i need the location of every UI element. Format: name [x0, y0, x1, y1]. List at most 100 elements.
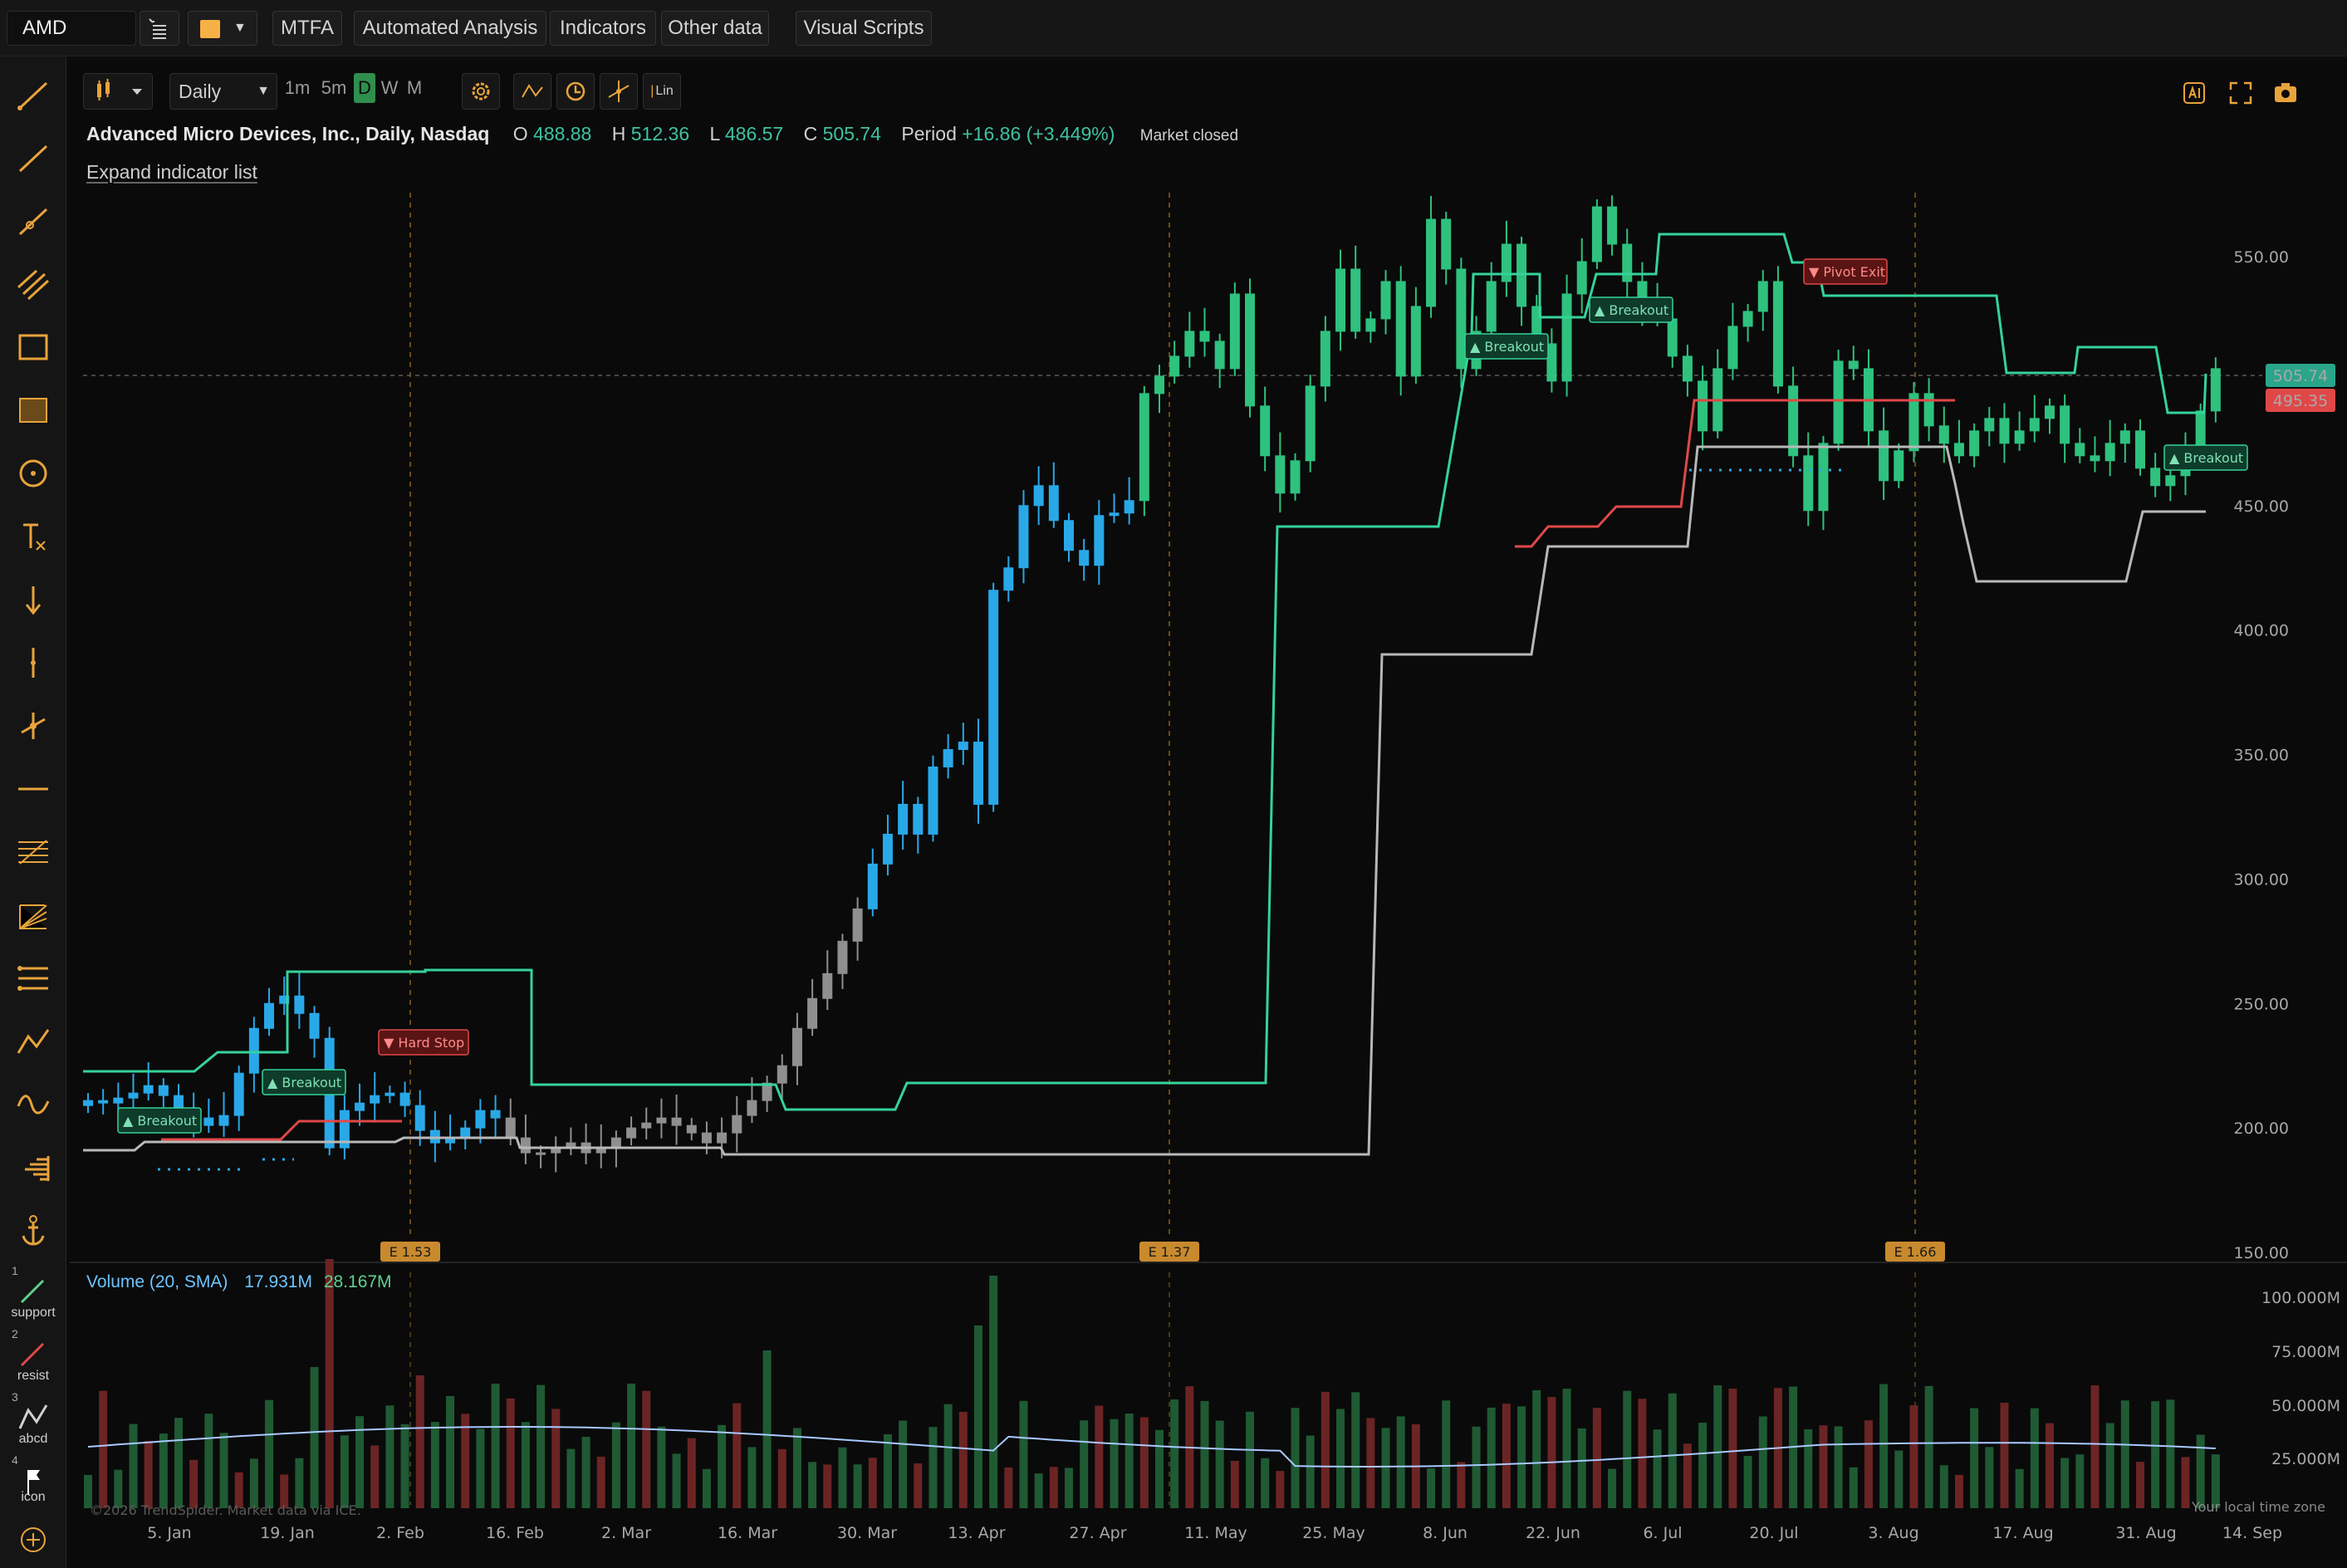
levels-tool[interactable]	[12, 957, 55, 1000]
settings-button[interactable]	[462, 73, 500, 110]
candle-body	[852, 908, 863, 942]
ai-button[interactable]	[2179, 78, 2209, 108]
screenshot-button[interactable]	[2271, 78, 2300, 108]
volume-axis-tick: 75.000M	[2271, 1343, 2340, 1361]
icon-tool[interactable]	[12, 1460, 55, 1495]
indicator-button[interactable]	[513, 73, 551, 110]
candle-body	[1380, 281, 1391, 320]
chart-panel[interactable]: 150.00 200.00 250.00 300.00 350.00 400.00 450.…	[70, 60, 2347, 1568]
trendline-tool[interactable]	[12, 73, 55, 116]
volume-bar	[2196, 1434, 2205, 1508]
date-axis-tick: 30. Mar	[837, 1524, 897, 1542]
candle-body	[370, 1095, 380, 1104]
volume-bar	[1758, 1416, 1767, 1508]
candle-body	[867, 863, 878, 909]
volume-bar	[1743, 1456, 1752, 1508]
fullscreen-button[interactable]	[2226, 78, 2256, 108]
volume-axis-tick: 50.000M	[2271, 1397, 2340, 1415]
expand-indicator-list-link[interactable]: Expand indicator list	[86, 161, 257, 184]
channel-tool[interactable]	[12, 262, 55, 306]
text-tool[interactable]	[12, 515, 55, 558]
fibonacci-tool[interactable]	[12, 831, 55, 874]
support-tool[interactable]	[12, 1269, 55, 1304]
volume-bar	[1049, 1467, 1058, 1508]
volume-bar	[1095, 1405, 1104, 1508]
wave-tool[interactable]	[12, 1083, 55, 1126]
volume-bar	[129, 1423, 138, 1508]
other-data-button[interactable]: Other data	[661, 11, 769, 46]
crosshair-tool[interactable]	[12, 704, 55, 747]
date-axis-tick: 20. Jul	[1749, 1524, 1798, 1542]
abcd-tool[interactable]	[12, 1395, 55, 1429]
candle-body	[1079, 550, 1090, 566]
icon-label: icon	[21, 1490, 46, 1504]
indicators-button[interactable]: Indicators	[550, 11, 656, 46]
arrow-down-tool[interactable]	[12, 578, 55, 621]
timeframe-1m[interactable]: 1m	[281, 73, 314, 103]
anchor-tool[interactable]	[12, 1209, 55, 1252]
volume-bar	[521, 1422, 530, 1508]
chart-type-button[interactable]	[83, 73, 153, 110]
low-value: 486.57	[724, 123, 784, 145]
candle-body	[1169, 355, 1180, 377]
candle-body	[1682, 355, 1693, 382]
extended-line-tool[interactable]	[12, 199, 55, 243]
candle-body	[1803, 455, 1814, 512]
volume-bar	[491, 1384, 500, 1508]
volume-bar	[400, 1423, 409, 1508]
automated-analysis-button[interactable]: Automated Analysis	[354, 11, 546, 46]
candle-body	[1591, 206, 1602, 262]
path-tool[interactable]	[12, 1020, 55, 1063]
volume-bar	[1849, 1467, 1858, 1508]
volume-bar	[687, 1438, 696, 1508]
horizontal-line-tool[interactable]	[12, 767, 55, 811]
symbol-input[interactable]: AMD	[7, 11, 136, 46]
date-axis-tick: 22. Jun	[1526, 1524, 1580, 1542]
crosshair-button[interactable]	[600, 73, 638, 110]
volume-sma-value: 28.167M	[323, 1272, 392, 1291]
zone-tool[interactable]	[12, 389, 55, 432]
volume-bar	[1592, 1408, 1601, 1508]
ray-tool[interactable]	[12, 136, 55, 179]
circle-tool[interactable]	[12, 452, 55, 495]
date-axis-tick: 16. Feb	[486, 1524, 544, 1542]
volume-profile-tool[interactable]	[12, 1146, 55, 1189]
vertical-line-tool[interactable]	[12, 641, 55, 684]
color-picker-button[interactable]: ▼	[188, 11, 257, 46]
candle-body	[505, 1117, 516, 1139]
candle-body	[385, 1092, 395, 1096]
scale-button[interactable]: | Lin	[643, 73, 681, 110]
close-label: C	[803, 123, 818, 145]
zone-icon	[19, 398, 47, 423]
candlestick-icon	[97, 79, 142, 100]
time-button[interactable]	[556, 73, 595, 110]
rectangle-tool[interactable]	[12, 326, 55, 369]
mtfa-button[interactable]: MTFA	[272, 11, 342, 46]
channel-icon	[17, 269, 50, 301]
timeframe-5m[interactable]: 5m	[317, 73, 350, 103]
prev-close-tag-label: 495.35	[2273, 392, 2328, 410]
candle-body	[1456, 268, 1467, 370]
visual-scripts-button[interactable]: Visual Scripts	[796, 11, 932, 46]
timeframe-w[interactable]: W	[379, 73, 400, 103]
signal-badge-label: ▲ Breakout	[267, 1075, 341, 1090]
copyright-text: ©2026 TrendSpider. Market data via ICE.	[90, 1502, 361, 1518]
resist-tool[interactable]	[12, 1332, 55, 1367]
vertical-line-icon	[31, 648, 36, 678]
volume-bar	[672, 1453, 681, 1508]
timeframe-d[interactable]: D	[354, 73, 375, 103]
candle-body	[2134, 430, 2145, 469]
add-tool-button[interactable]	[12, 1518, 55, 1558]
volume-bar	[446, 1395, 455, 1508]
volume-bar	[1879, 1384, 1889, 1508]
price-axis-tick: 450.00	[2234, 497, 2289, 516]
fibonacci-icon	[18, 840, 48, 865]
volume-bar	[325, 1259, 334, 1508]
candle-body	[1999, 418, 2010, 444]
candle-body	[1245, 293, 1256, 407]
watchlist-button[interactable]	[140, 11, 179, 46]
chart-canvas[interactable]: 150.00 200.00 250.00 300.00 350.00 400.00 450.…	[70, 60, 2347, 1568]
timeframe-m[interactable]: M	[404, 73, 425, 103]
interval-select[interactable]: Daily ▼	[169, 73, 277, 110]
fib-fan-tool[interactable]	[12, 894, 55, 937]
